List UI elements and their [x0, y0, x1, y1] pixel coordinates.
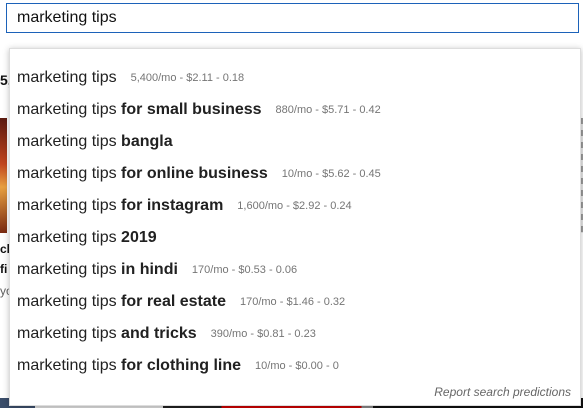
keyword-stats: 10/mo - $5.62 - 0.45: [281, 168, 381, 180]
suggestion-item[interactable]: marketing tips in hindi 170/mo - $0.53 -…: [10, 254, 580, 286]
suggestion-item[interactable]: marketing tips for real estate 170/mo - …: [10, 286, 580, 318]
suggestion-list: marketing tips 5,400/mo - $2.11 - 0.18 m…: [10, 49, 580, 382]
suggestion-item[interactable]: marketing tips bangla: [10, 126, 580, 158]
suggestion-query: marketing tips for instagram: [17, 197, 224, 214]
search-box: [6, 3, 579, 33]
keyword-stats: 880/mo - $5.71 - 0.42: [275, 104, 381, 116]
background-title-fragment: fi: [0, 262, 8, 276]
suggestion-item[interactable]: marketing tips for instagram 1,600/mo - …: [10, 190, 580, 222]
keyword-stats: 1,600/mo - $2.92 - 0.24: [237, 200, 352, 212]
suggestion-query: marketing tips and tricks: [17, 325, 197, 342]
suggestion-query: marketing tips bangla: [17, 133, 173, 150]
report-search-predictions-link[interactable]: Report search predictions: [434, 385, 571, 399]
suggestion-item[interactable]: marketing tips 2019: [10, 222, 580, 254]
suggestion-query: marketing tips in hindi: [17, 261, 178, 278]
suggestion-item[interactable]: marketing tips for small business 880/mo…: [10, 94, 580, 126]
keyword-stats: 170/mo - $1.46 - 0.32: [239, 296, 346, 308]
suggestion-item[interactable]: marketing tips and tricks 390/mo - $0.81…: [10, 318, 580, 350]
search-suggestions-dropdown: marketing tips 5,400/mo - $2.11 - 0.18 m…: [9, 48, 581, 406]
suggestion-item[interactable]: marketing tips 5,400/mo - $2.11 - 0.18: [10, 62, 580, 94]
suggestion-item[interactable]: marketing tips for clothing line 10/mo -…: [10, 350, 580, 382]
suggestion-query: marketing tips for small business: [17, 101, 262, 118]
keyword-stats: 170/mo - $0.53 - 0.06: [191, 264, 298, 276]
search-input[interactable]: [7, 9, 578, 27]
keyword-stats: 5,400/mo - $2.11 - 0.18: [130, 72, 245, 84]
suggestion-query: marketing tips for clothing line: [17, 357, 242, 374]
suggestion-query: marketing tips for real estate: [17, 293, 226, 310]
suggestion-query: marketing tips: [17, 69, 117, 86]
suggestion-query: marketing tips 2019: [17, 229, 157, 246]
background-thumbnail-left: [0, 118, 7, 233]
suggestion-item[interactable]: marketing tips for online business 10/mo…: [10, 158, 580, 190]
suggestion-query: marketing tips for online business: [17, 165, 268, 182]
keyword-stats: 390/mo - $0.81 - 0.23: [210, 328, 316, 340]
keyword-stats: 10/mo - $0.00 - 0: [255, 360, 339, 372]
